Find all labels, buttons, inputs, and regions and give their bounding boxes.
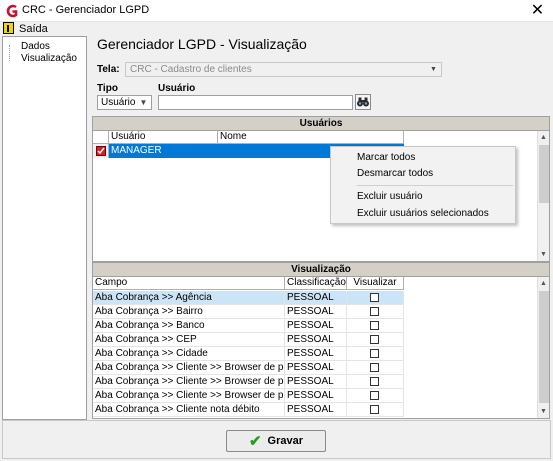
vis-cell-campo: Aba Cobrança >> Bairro bbox=[93, 305, 285, 319]
menu-bar bbox=[0, 22, 553, 36]
vis-cell-classificacao: PESSOAL bbox=[285, 305, 347, 319]
users-scrollbar[interactable]: ▲ ▼ bbox=[537, 131, 549, 261]
visualizar-checkbox[interactable] bbox=[370, 293, 379, 302]
nav-item-visualizacao[interactable]: Visualização bbox=[21, 53, 77, 64]
menu-item-marcar-todos[interactable]: Marcar todos bbox=[357, 152, 415, 163]
visualizar-checkbox[interactable] bbox=[370, 405, 379, 414]
checked-checkbox[interactable] bbox=[96, 146, 106, 156]
menu-item-excluir-selecionados[interactable]: Excluir usuários selecionados bbox=[357, 208, 489, 219]
app-logo-icon bbox=[6, 4, 18, 18]
tipo-select-value: Usuário bbox=[101, 97, 136, 108]
vis-row[interactable]: Aba Cobrança >> Bairro PESSOAL bbox=[93, 305, 404, 319]
side-navigation: Dados Visualização bbox=[2, 36, 87, 420]
close-button[interactable]: ✕ bbox=[522, 0, 553, 22]
window-title: CRC - Gerenciador LGPD bbox=[22, 4, 150, 16]
binoculars-icon bbox=[357, 97, 369, 107]
vis-cell-campo: Aba Cobrança >> Cliente >> Browser de pe… bbox=[95, 375, 285, 389]
visualizar-checkbox[interactable] bbox=[370, 377, 379, 386]
usuario-input[interactable] bbox=[158, 95, 353, 110]
save-button-label: Gravar bbox=[267, 435, 304, 447]
chevron-down-icon: ▼ bbox=[139, 98, 148, 107]
vis-cell-visualizar bbox=[347, 333, 404, 347]
visualizar-checkbox[interactable] bbox=[370, 363, 379, 372]
scroll-up-icon[interactable]: ▲ bbox=[538, 277, 549, 290]
menu-item-desmarcar-todos[interactable]: Desmarcar todos bbox=[357, 168, 433, 179]
menu-item-saida[interactable]: Saída bbox=[19, 23, 48, 35]
vis-row[interactable]: Aba Cobrança >> Cliente >> Browser de pe… bbox=[93, 361, 404, 375]
checkmark-icon: ✔ bbox=[248, 432, 262, 450]
tela-label: Tela: bbox=[97, 64, 120, 75]
vis-cell-classificacao: PESSOAL bbox=[285, 375, 347, 389]
tipo-label: Tipo bbox=[97, 83, 118, 94]
vis-cell-visualizar bbox=[347, 319, 404, 333]
vis-cell-campo: Aba Cobrança >> Cidade bbox=[93, 347, 285, 361]
vis-cell-classificacao: PESSOAL bbox=[285, 403, 347, 417]
vis-cell-classificacao: PESSOAL bbox=[285, 291, 347, 305]
visualization-panel-title: Visualização bbox=[93, 263, 549, 277]
context-menu: Marcar todos Desmarcar todos Excluir usu… bbox=[330, 146, 516, 224]
users-col-usuario[interactable]: Usuário bbox=[109, 131, 218, 144]
vis-row[interactable]: Aba Cobrança >> Banco PESSOAL bbox=[93, 319, 404, 333]
scrollbar-thumb[interactable] bbox=[539, 145, 549, 203]
vis-cell-visualizar bbox=[347, 403, 404, 417]
users-cell-usuario: MANAGER bbox=[111, 145, 162, 156]
vis-col-visualizar[interactable]: Visualizar bbox=[347, 277, 404, 290]
menu-item-excluir-usuario[interactable]: Excluir usuário bbox=[357, 191, 423, 202]
vis-cell-visualizar bbox=[347, 375, 404, 389]
nav-item-dados[interactable]: Dados bbox=[21, 41, 50, 52]
vis-cell-campo: Aba Cobrança >> Cliente >> Browser de pe… bbox=[95, 361, 285, 375]
visualization-panel: Visualização Campo Classificação Visuali… bbox=[92, 262, 550, 419]
vis-cell-campo: Aba Cobrança >> Agência bbox=[93, 291, 285, 305]
visualizar-checkbox[interactable] bbox=[370, 391, 379, 400]
save-button[interactable]: ✔ Gravar bbox=[226, 430, 326, 452]
chevron-down-icon: ▼ bbox=[430, 66, 437, 73]
scroll-down-icon[interactable]: ▼ bbox=[538, 248, 549, 261]
vis-row[interactable]: Aba Cobrança >> Cliente >> Browser de pe… bbox=[93, 375, 404, 389]
visualization-scrollbar[interactable]: ▲ ▼ bbox=[537, 277, 549, 418]
vis-cell-campo: Aba Cobrança >> Cliente nota débito bbox=[93, 403, 285, 417]
users-panel-title: Usuários bbox=[93, 117, 549, 131]
users-grid-indicator-header bbox=[93, 131, 109, 144]
exit-door-icon bbox=[3, 22, 14, 34]
vis-col-campo[interactable]: Campo bbox=[93, 277, 285, 290]
vis-row[interactable]: Aba Cobrança >> Cidade PESSOAL bbox=[93, 347, 404, 361]
tela-select[interactable]: CRC - Cadastro de clientes ▼ bbox=[125, 62, 442, 77]
vis-cell-classificacao: PESSOAL bbox=[285, 333, 347, 347]
page-title: Gerenciador LGPD - Visualização bbox=[97, 36, 307, 52]
vis-cell-visualizar bbox=[347, 347, 404, 361]
vis-cell-visualizar bbox=[347, 389, 404, 403]
vis-cell-campo: Aba Cobrança >> Cliente >> Browser de pe… bbox=[95, 389, 285, 403]
vis-row[interactable]: Aba Cobrança >> Agência PESSOAL bbox=[93, 291, 404, 305]
checkmark-icon bbox=[97, 147, 105, 155]
vis-cell-visualizar bbox=[347, 361, 404, 375]
users-row-indicator bbox=[93, 144, 109, 158]
vis-col-classificacao[interactable]: Classificação bbox=[285, 277, 347, 290]
vis-cell-visualizar bbox=[347, 305, 404, 319]
vis-cell-classificacao: PESSOAL bbox=[285, 319, 347, 333]
vis-cell-campo: Aba Cobrança >> Banco bbox=[93, 319, 285, 333]
visualizar-checkbox[interactable] bbox=[370, 349, 379, 358]
scrollbar-thumb[interactable] bbox=[539, 291, 549, 403]
menu-separator bbox=[357, 185, 513, 186]
visualizar-checkbox[interactable] bbox=[370, 335, 379, 344]
vis-row[interactable]: Aba Cobrança >> Cliente >> Browser de pe… bbox=[93, 389, 404, 403]
vis-cell-classificacao: PESSOAL bbox=[285, 361, 347, 375]
vis-cell-visualizar bbox=[347, 291, 404, 305]
tipo-select[interactable]: Usuário ▼ bbox=[97, 95, 152, 110]
vis-row[interactable]: Aba Cobrança >> CEP PESSOAL bbox=[93, 333, 404, 347]
tree-line bbox=[9, 45, 10, 61]
vis-row[interactable]: Aba Cobrança >> Cliente nota débito PESSO… bbox=[93, 403, 404, 417]
vis-cell-classificacao: PESSOAL bbox=[285, 347, 347, 361]
usuario-label: Usuário bbox=[158, 83, 196, 94]
tela-select-value: CRC - Cadastro de clientes bbox=[130, 64, 252, 75]
vis-cell-campo: Aba Cobrança >> CEP bbox=[93, 333, 285, 347]
scroll-down-icon[interactable]: ▼ bbox=[538, 405, 549, 418]
visualizar-checkbox[interactable] bbox=[370, 307, 379, 316]
scroll-up-icon[interactable]: ▲ bbox=[538, 131, 549, 144]
vis-cell-classificacao: PESSOAL bbox=[285, 389, 347, 403]
visualizar-checkbox[interactable] bbox=[370, 321, 379, 330]
users-col-nome[interactable]: Nome bbox=[218, 131, 404, 144]
search-user-button[interactable] bbox=[355, 94, 371, 110]
